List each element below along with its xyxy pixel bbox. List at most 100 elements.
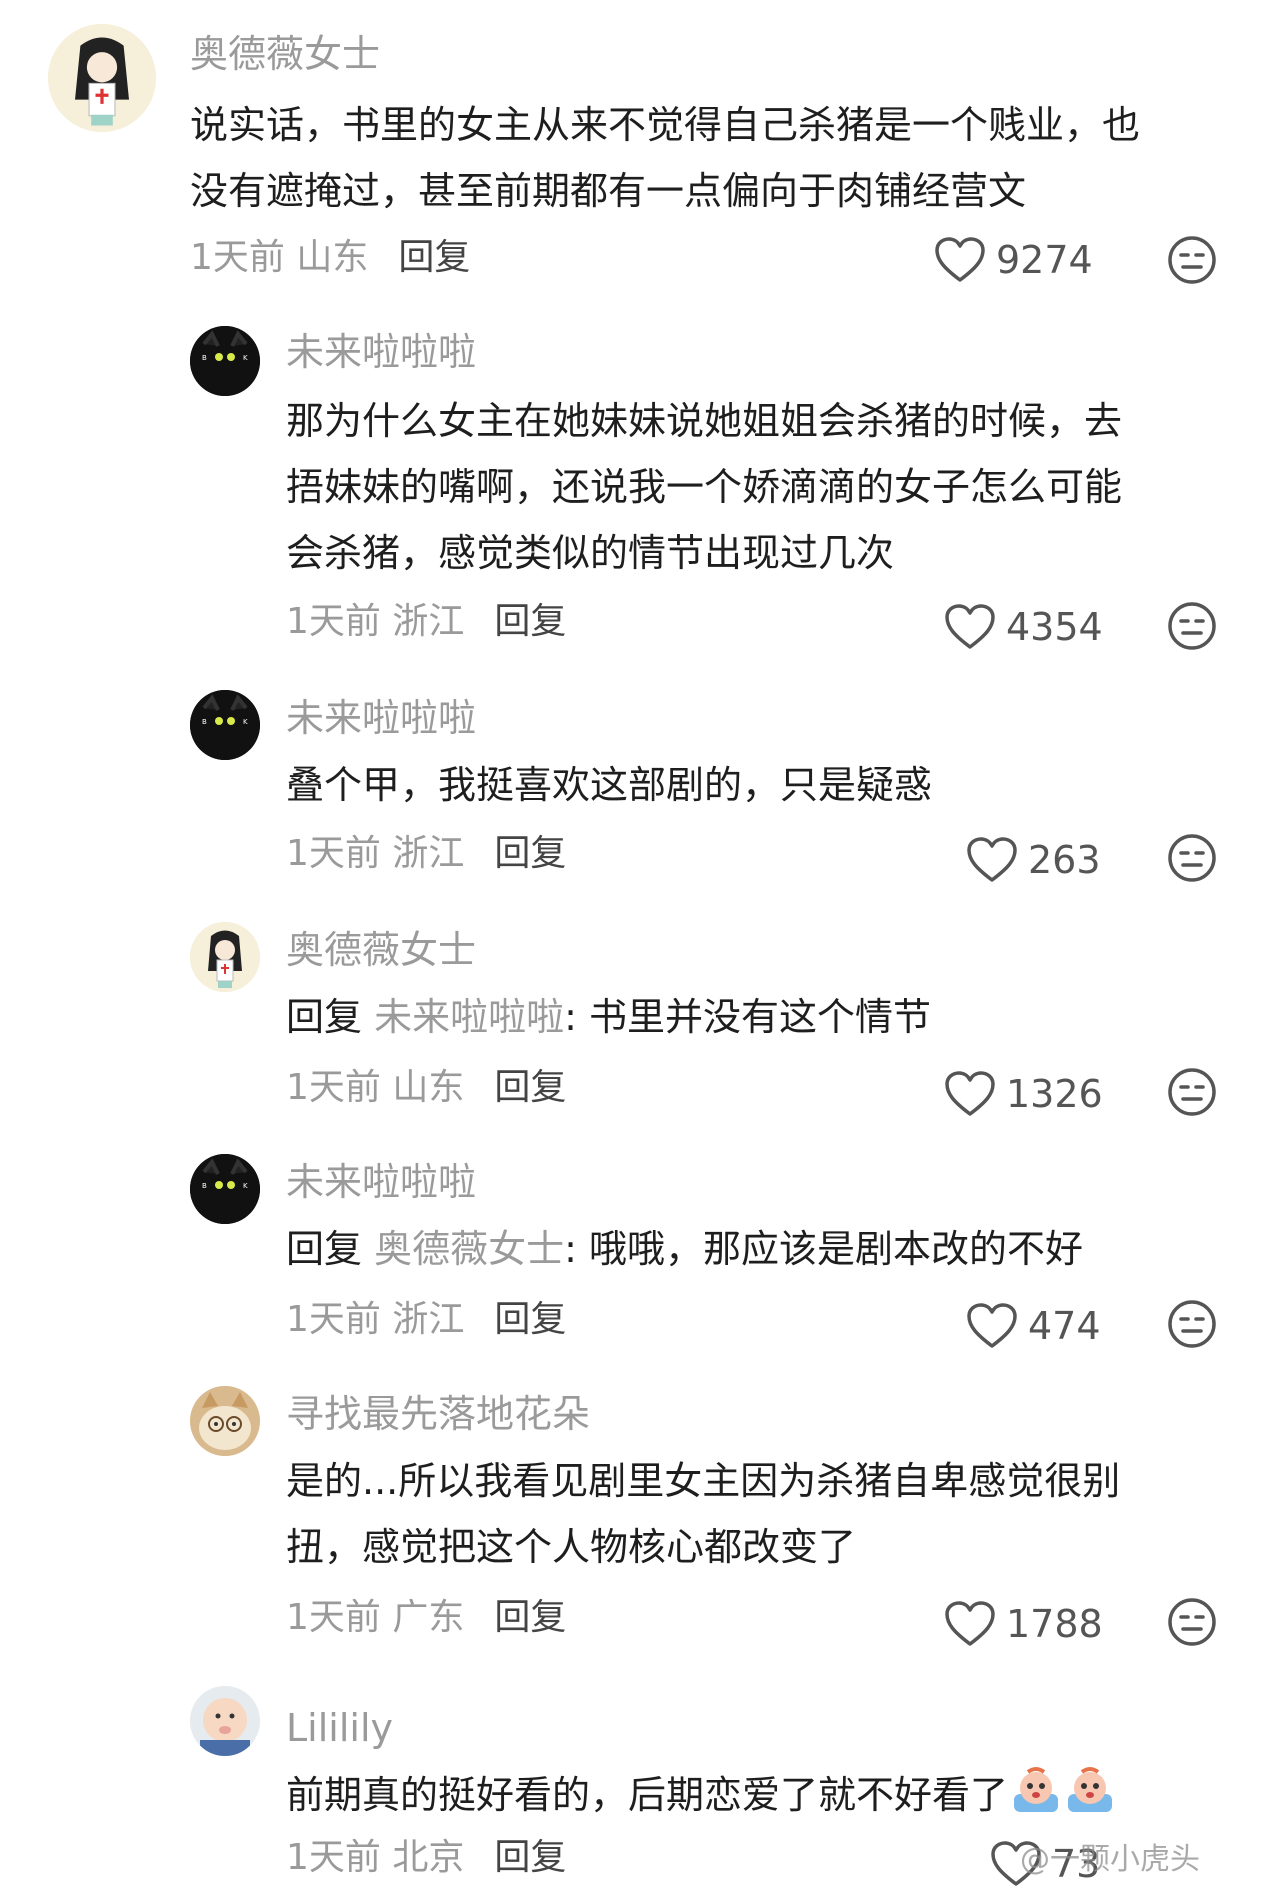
- neutral-face-icon: [1168, 236, 1216, 284]
- dislike-button[interactable]: [1166, 1066, 1218, 1118]
- comment-line: 会杀猪，感觉类似的情节出现过几次: [286, 531, 895, 575]
- comment-text: 回复 奥德薇女士: 哦哦，那应该是剧本改的不好: [286, 1216, 1083, 1282]
- neutral-face-icon: [1168, 1300, 1216, 1348]
- user-avatar-image: [48, 24, 156, 132]
- reply-button[interactable]: 回复: [494, 601, 566, 642]
- comment-time-location: 1天前 浙江: [286, 601, 465, 642]
- svg-text:B: B: [202, 1182, 207, 1190]
- reply-body: : 书里并没有这个情节: [564, 995, 931, 1039]
- comment-time-location: 1天前 广东: [286, 1597, 465, 1638]
- heart-outline-icon: [945, 1601, 995, 1646]
- comment-line: 是的...所以我看见剧里女主因为杀猪自卑感觉很别: [286, 1459, 1121, 1503]
- avatar[interactable]: B K: [190, 1154, 260, 1224]
- crying-face-emoji-icon: [1014, 1767, 1059, 1812]
- comment-time-location: 1天前 北京: [286, 1837, 465, 1878]
- like-button[interactable]: 9274: [934, 236, 1093, 284]
- mention-username[interactable]: 未来啦啦啦: [374, 995, 564, 1039]
- username[interactable]: Lililily: [286, 1706, 393, 1750]
- comment-meta: 1天前 浙江 回复: [286, 832, 566, 876]
- dislike-button[interactable]: [1166, 1298, 1218, 1350]
- neutral-face-icon: [1168, 1598, 1216, 1646]
- comment-line: 叠个甲，我挺喜欢这部剧的，只是疑惑: [286, 763, 933, 807]
- weibo-watermark: @一颗小虎头: [1020, 1842, 1200, 1877]
- comment-meta: 1天前 浙江 回复: [286, 1298, 566, 1342]
- comment-line: 回复 奥德薇女士: 哦哦，那应该是剧本改的不好: [286, 1216, 1083, 1282]
- comment-line: 捂妹妹的嘴啊，还说我一个娇滴滴的女子怎么可能: [286, 465, 1123, 509]
- username[interactable]: 未来啦啦啦: [286, 696, 476, 740]
- svg-text:K: K: [243, 1182, 248, 1190]
- comment-text: 叠个甲，我挺喜欢这部剧的，只是疑惑: [286, 752, 932, 818]
- comment-meta: 1天前 北京 回复: [286, 1836, 566, 1880]
- like-button[interactable]: 1788: [944, 1600, 1103, 1648]
- comment-time-location: 1天前 浙江: [286, 1299, 465, 1340]
- reply-body: : 哦哦，那应该是剧本改的不好: [564, 1227, 1083, 1271]
- like-count: 4354: [1006, 605, 1103, 649]
- heart-outline-icon: [935, 237, 985, 282]
- avatar[interactable]: [48, 24, 156, 132]
- reply-button[interactable]: 回复: [494, 833, 566, 874]
- like-button[interactable]: 1326: [944, 1070, 1103, 1118]
- user-avatar-image: [190, 922, 260, 992]
- avatar[interactable]: [190, 1386, 260, 1456]
- username[interactable]: 未来啦啦啦: [286, 330, 476, 374]
- like-button[interactable]: 4354: [944, 603, 1103, 651]
- reply-button[interactable]: 回复: [494, 1837, 566, 1878]
- svg-text:K: K: [243, 354, 248, 362]
- reply-button[interactable]: 回复: [494, 1597, 566, 1638]
- like-button[interactable]: 263: [966, 836, 1101, 884]
- avatar[interactable]: [190, 1686, 260, 1756]
- reply-prefix: 回复: [286, 1227, 375, 1271]
- heart-outline-icon: [967, 1303, 1017, 1348]
- comment-text: 回复 未来啦啦啦: 书里并没有这个情节: [286, 984, 931, 1050]
- reply-button[interactable]: 回复: [398, 237, 470, 278]
- like-count: 474: [1028, 1304, 1101, 1348]
- reply-prefix: 回复: [286, 995, 375, 1039]
- comment-line: 前期真的挺好看的，后期恋爱了就不好看了: [286, 1762, 1116, 1828]
- comment-line-text: 前期真的挺好看的，后期恋爱了就不好看了: [286, 1773, 1009, 1817]
- avatar[interactable]: [190, 922, 260, 992]
- user-avatar-image: B K: [190, 326, 260, 396]
- dislike-button[interactable]: [1166, 600, 1218, 652]
- comment-time-location: 1天前 山东: [286, 1067, 465, 1108]
- comment-text: 那为什么女主在她妹妹说她姐姐会杀猪的时候，去 捂妹妹的嘴啊，还说我一个娇滴滴的女…: [286, 388, 1122, 586]
- comment-text: 说实话，书里的女主从来不觉得自己杀猪是一个贱业，也 没有遮掩过，甚至前期都有一点…: [190, 92, 1140, 224]
- username[interactable]: 未来啦啦啦: [286, 1160, 476, 1204]
- neutral-face-icon: [1168, 602, 1216, 650]
- comment-meta: 1天前 山东 回复: [190, 236, 470, 280]
- comment-time-location: 1天前 浙江: [286, 833, 465, 874]
- comment-line: 回复 未来啦啦啦: 书里并没有这个情节: [286, 984, 931, 1050]
- heart-outline-icon: [945, 1071, 995, 1116]
- username[interactable]: 寻找最先落地花朵: [286, 1392, 590, 1436]
- like-button[interactable]: 474: [966, 1302, 1101, 1350]
- like-count: 263: [1028, 838, 1101, 882]
- reply-button[interactable]: 回复: [494, 1067, 566, 1108]
- comment-line: 扭，感觉把这个人物核心都改变了: [286, 1525, 857, 1569]
- avatar[interactable]: B K: [190, 690, 260, 760]
- comment-line: 没有遮掩过，甚至前期都有一点偏向于肉铺经营文: [190, 169, 1027, 213]
- comment-time-location: 1天前 山东: [190, 237, 369, 278]
- user-avatar-image: [190, 1386, 260, 1456]
- svg-text:K: K: [243, 718, 248, 726]
- mention-username[interactable]: 奥德薇女士: [374, 1227, 564, 1271]
- svg-text:B: B: [202, 718, 207, 726]
- dislike-button[interactable]: [1166, 1596, 1218, 1648]
- username[interactable]: 奥德薇女士: [190, 32, 380, 76]
- username[interactable]: 奥德薇女士: [286, 928, 476, 972]
- comment-text: 前期真的挺好看的，后期恋爱了就不好看了: [286, 1762, 1116, 1828]
- dislike-button[interactable]: [1166, 234, 1218, 286]
- neutral-face-icon: [1168, 834, 1216, 882]
- comment-meta: 1天前 广东 回复: [286, 1596, 566, 1640]
- dislike-button[interactable]: [1166, 832, 1218, 884]
- avatar[interactable]: B K: [190, 326, 260, 396]
- comment-line: 那为什么女主在她妹妹说她姐姐会杀猪的时候，去: [286, 399, 1123, 443]
- like-count: 9274: [996, 238, 1093, 282]
- svg-text:B: B: [202, 354, 207, 362]
- heart-outline-icon: [945, 604, 995, 649]
- reply-button[interactable]: 回复: [494, 1299, 566, 1340]
- like-count: 1326: [1006, 1072, 1103, 1116]
- crying-face-emoji-icon: [1068, 1767, 1113, 1812]
- neutral-face-icon: [1168, 1068, 1216, 1116]
- like-count: 1788: [1006, 1602, 1103, 1646]
- comment-meta: 1天前 山东 回复: [286, 1066, 566, 1110]
- comment-meta: 1天前 浙江 回复: [286, 600, 566, 644]
